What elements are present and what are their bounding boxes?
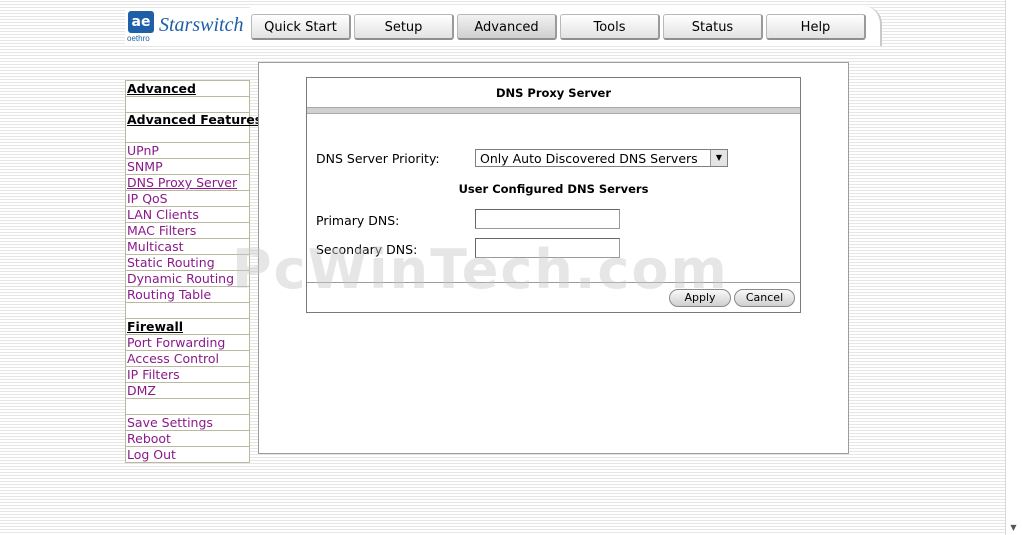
sidebar-item-dmz[interactable]: DMZ (125, 383, 250, 399)
tab-advanced[interactable]: Advanced (457, 14, 557, 40)
sidebar-item-dns-proxy-server[interactable]: DNS Proxy Server (125, 175, 250, 191)
dns-priority-select[interactable]: Only Auto Discovered DNS Servers ▼ (475, 149, 728, 167)
sidebar-item-save-settings[interactable]: Save Settings (125, 415, 250, 431)
sidebar-item-snmp[interactable]: SNMP (125, 159, 250, 175)
tab-help[interactable]: Help (766, 14, 866, 40)
sidebar-item-routing-table[interactable]: Routing Table (125, 287, 250, 303)
chevron-down-icon[interactable]: ▼ (710, 150, 727, 166)
dns-proxy-form: DNS Proxy Server DNS Server Priority: On… (306, 77, 801, 313)
sidebar-item-dynamic-routing[interactable]: Dynamic Routing (125, 271, 250, 287)
user-configured-title: User Configured DNS Servers (458, 182, 649, 196)
cancel-button[interactable]: Cancel (734, 289, 795, 307)
tab-quick-start[interactable]: Quick Start (251, 14, 351, 40)
apply-button[interactable]: Apply (669, 289, 731, 307)
sidebar-item-lan-clients[interactable]: LAN Clients (125, 207, 250, 223)
scroll-down-icon[interactable]: ▼ (1005, 520, 1022, 535)
sidebar-spacer (125, 97, 250, 113)
sidebar-item-access-control[interactable]: Access Control (125, 351, 250, 367)
sidebar-spacer (125, 303, 250, 319)
sidebar: Advanced Advanced Features UPnP SNMP DNS… (125, 80, 262, 463)
secondary-dns-label: Secondary DNS: (316, 242, 418, 257)
sidebar-item-mac-filters[interactable]: MAC Filters (125, 223, 250, 239)
tab-status[interactable]: Status (663, 14, 763, 40)
vertical-scrollbar[interactable] (1005, 0, 1022, 535)
sidebar-heading-firewall[interactable]: Firewall (125, 319, 250, 335)
sidebar-item-log-out[interactable]: Log Out (125, 447, 250, 463)
sidebar-spacer (125, 399, 250, 415)
brand-logo: ae oethro Starswitch (125, 8, 250, 46)
sidebar-heading-advanced[interactable]: Advanced (125, 80, 250, 97)
form-title: DNS Proxy Server (495, 86, 612, 100)
sidebar-item-static-routing[interactable]: Static Routing (125, 255, 250, 271)
sidebar-item-multicast[interactable]: Multicast (125, 239, 250, 255)
sidebar-heading-advanced-features[interactable]: Advanced Features (125, 113, 262, 143)
dns-priority-value: Only Auto Discovered DNS Servers (480, 151, 698, 166)
brand-name: Starswitch (159, 14, 244, 36)
primary-dns-label: Primary DNS: (316, 213, 400, 228)
priority-label: DNS Server Priority: (316, 151, 440, 166)
sidebar-item-ip-filters[interactable]: IP Filters (125, 367, 250, 383)
tab-setup[interactable]: Setup (354, 14, 454, 40)
sidebar-item-upnp[interactable]: UPnP (125, 143, 250, 159)
primary-dns-input[interactable] (475, 209, 620, 229)
secondary-dns-input[interactable] (475, 238, 620, 258)
sidebar-item-reboot[interactable]: Reboot (125, 431, 250, 447)
tab-tools[interactable]: Tools (560, 14, 660, 40)
sidebar-item-port-forwarding[interactable]: Port Forwarding (125, 335, 250, 351)
divider (307, 282, 800, 283)
divider (307, 107, 800, 114)
brand-sub: oethro (127, 34, 150, 43)
brand-mark: ae (128, 11, 154, 33)
top-nav: Quick Start Setup Advanced Tools Status … (250, 6, 882, 46)
sidebar-item-ip-qos[interactable]: IP QoS (125, 191, 250, 207)
